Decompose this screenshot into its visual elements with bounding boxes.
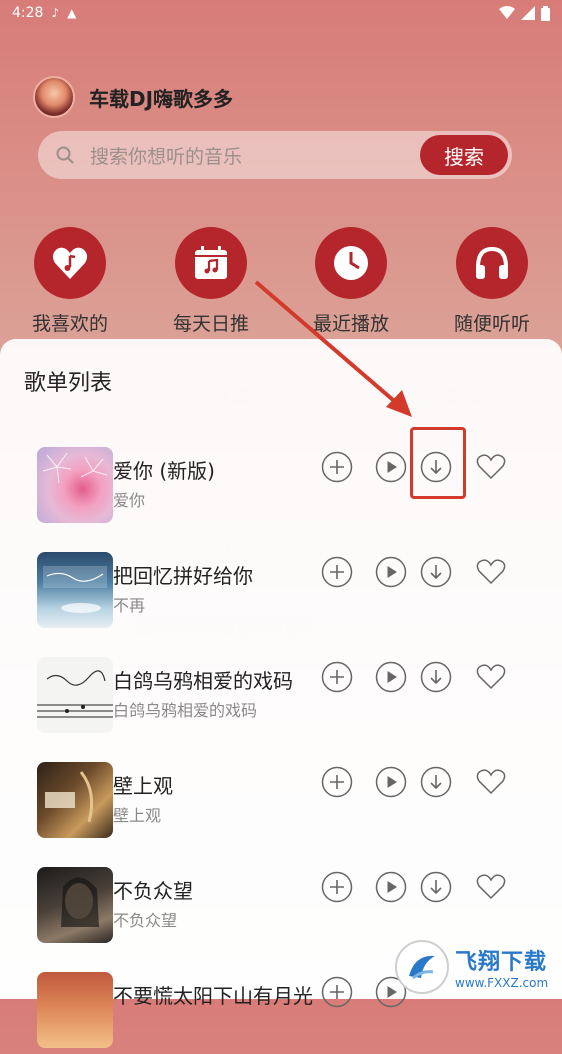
heart-note-icon bbox=[34, 227, 106, 299]
album-cover bbox=[37, 657, 113, 733]
search-icon bbox=[56, 146, 74, 164]
quick-item-daily[interactable]: 每天日推 bbox=[161, 227, 261, 336]
song-row[interactable]: 不负众望 不负众望 bbox=[0, 859, 562, 949]
play-icon[interactable] bbox=[375, 871, 407, 903]
calendar-note-icon bbox=[175, 227, 247, 299]
album-cover bbox=[37, 552, 113, 628]
song-title: 爱你 (新版) bbox=[113, 459, 215, 483]
play-icon[interactable] bbox=[375, 451, 407, 483]
watermark-logo-icon bbox=[395, 940, 449, 994]
song-title: 不负众望 bbox=[113, 879, 193, 903]
song-title: 不要慌太阳下山有月光 bbox=[113, 984, 313, 1008]
album-cover bbox=[37, 867, 113, 943]
sheet-title: 歌单列表 bbox=[24, 371, 113, 396]
quick-label-random: 随便听听 bbox=[453, 313, 530, 335]
watermark-title: 飞翔下载 bbox=[455, 950, 548, 975]
user-name: 车载DJ嗨歌多多 bbox=[89, 86, 234, 111]
heart-icon[interactable] bbox=[475, 766, 507, 798]
song-artist: 壁上观 bbox=[113, 806, 162, 825]
download-highlight-box bbox=[410, 427, 466, 499]
quick-actions: 我喜欢的 每天日推 最近播放 随便听听 bbox=[0, 227, 562, 335]
quick-label-daily: 每天日推 bbox=[172, 313, 249, 335]
heart-icon[interactable] bbox=[475, 556, 507, 588]
add-icon[interactable] bbox=[321, 661, 353, 693]
avatar[interactable] bbox=[33, 76, 75, 118]
download-icon[interactable] bbox=[420, 766, 452, 798]
song-row[interactable]: 壁上观 壁上观 bbox=[0, 754, 562, 844]
quick-item-random[interactable]: 随便听听 bbox=[442, 227, 542, 336]
song-artist: 不负众望 bbox=[113, 911, 178, 930]
status-time: 4:28 bbox=[12, 5, 44, 21]
add-icon[interactable] bbox=[321, 556, 353, 588]
watermark: 飞翔下载 www.FXXZ.com bbox=[395, 940, 555, 994]
quick-item-favorites[interactable]: 我喜欢的 bbox=[20, 227, 120, 336]
song-row[interactable]: 白鸽乌鸦相爱的戏码 白鸽乌鸦相爱的戏码 bbox=[0, 649, 562, 739]
download-icon[interactable] bbox=[420, 556, 452, 588]
add-icon[interactable] bbox=[321, 976, 353, 1008]
status-bar: 4:28 ♪ ▲ bbox=[0, 0, 562, 26]
song-title: 把回忆拼好给你 bbox=[113, 564, 253, 588]
album-cover bbox=[37, 762, 113, 838]
play-icon[interactable] bbox=[375, 766, 407, 798]
heart-icon[interactable] bbox=[475, 661, 507, 693]
album-cover bbox=[37, 447, 113, 523]
quick-label-recent: 最近播放 bbox=[312, 313, 389, 335]
song-artist: 不再 bbox=[113, 596, 146, 615]
song-title: 壁上观 bbox=[113, 774, 173, 798]
headphones-icon bbox=[456, 227, 528, 299]
quick-label-favorites: 我喜欢的 bbox=[31, 313, 108, 335]
tiktok-icon: ♪ bbox=[51, 6, 60, 20]
signal-icon bbox=[521, 6, 535, 20]
wifi-icon bbox=[499, 6, 515, 19]
quick-item-recent[interactable]: 最近播放 bbox=[301, 227, 401, 336]
user-header[interactable]: 车载DJ嗨歌多多 bbox=[33, 76, 233, 118]
search-button[interactable]: 搜索 bbox=[420, 135, 508, 175]
song-row[interactable]: 爱你 (新版) 爱你 bbox=[0, 439, 562, 529]
watermark-url: www.FXXZ.com bbox=[455, 976, 549, 990]
search-bar[interactable]: 搜索你想听的音乐 搜索 bbox=[38, 131, 512, 179]
song-artist: 白鸽乌鸦相爱的戏码 bbox=[113, 701, 258, 720]
download-icon[interactable] bbox=[420, 661, 452, 693]
add-icon[interactable] bbox=[321, 871, 353, 903]
download-icon[interactable] bbox=[420, 871, 452, 903]
battery-icon bbox=[541, 5, 550, 21]
app-notification-icon: ▲ bbox=[67, 6, 77, 20]
playlist-sheet: 歌单列表 爱你 (新版) 爱你 把回忆拼好给你 不再 白鸽乌鸦相爱的戏码 白鸽乌 bbox=[0, 339, 562, 1048]
song-title: 白鸽乌鸦相爱的戏码 bbox=[113, 669, 293, 693]
clock-icon bbox=[315, 227, 387, 299]
album-cover bbox=[37, 972, 113, 1048]
heart-icon[interactable] bbox=[475, 871, 507, 903]
heart-icon[interactable] bbox=[475, 451, 507, 483]
add-icon[interactable] bbox=[321, 766, 353, 798]
song-row[interactable]: 把回忆拼好给你 不再 bbox=[0, 544, 562, 634]
play-icon[interactable] bbox=[375, 661, 407, 693]
add-icon[interactable] bbox=[321, 451, 353, 483]
play-icon[interactable] bbox=[375, 556, 407, 588]
song-artist: 爱你 bbox=[113, 491, 146, 510]
